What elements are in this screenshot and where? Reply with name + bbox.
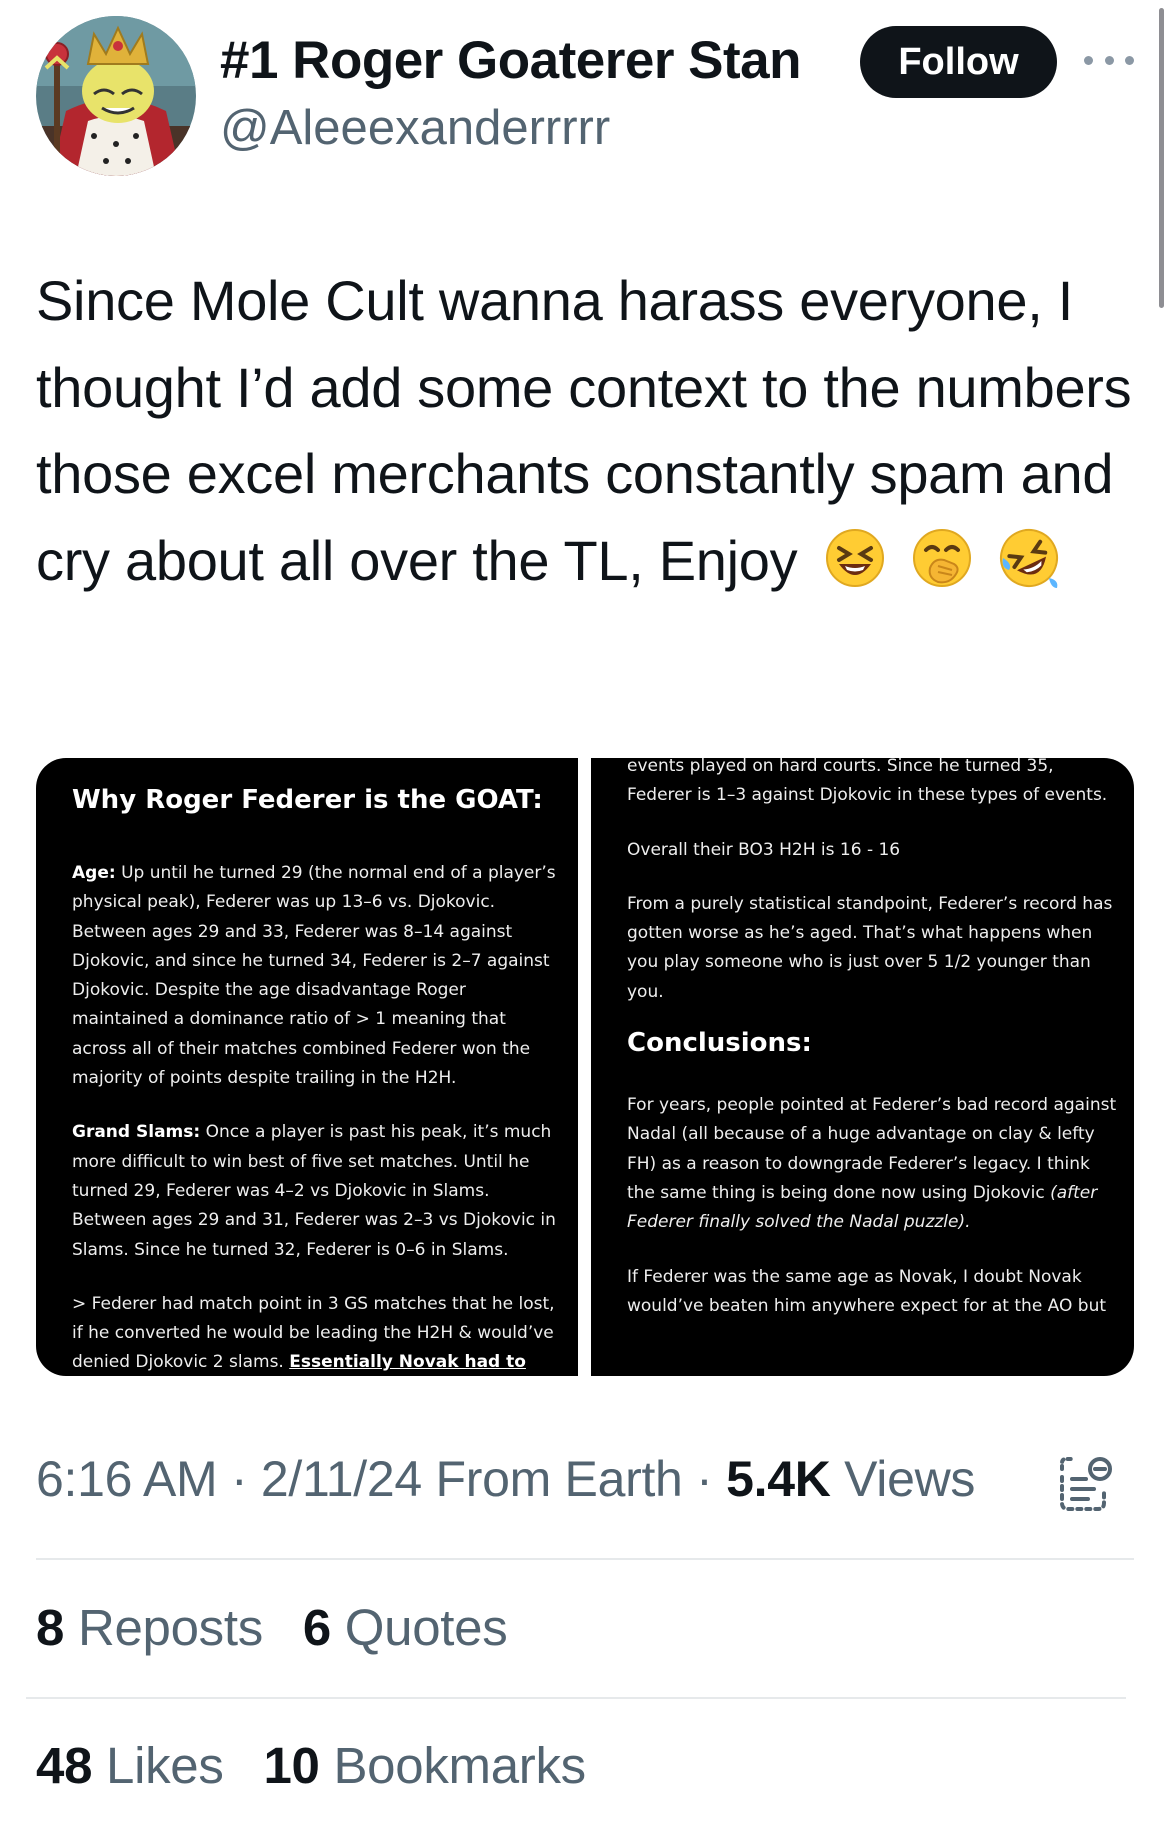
bookmarks-label[interactable]: Bookmarks bbox=[333, 1737, 586, 1794]
spongebob-king-avatar bbox=[36, 16, 196, 176]
divider bbox=[26, 1697, 1126, 1699]
bo3-text: Overall their BO3 H2H is 16 - 16 bbox=[627, 839, 901, 860]
media-image-left[interactable]: Why Roger Federer is the GOAT: Age: Up u… bbox=[36, 758, 578, 1376]
author-handle[interactable]: @Aleeexanderrrrr bbox=[220, 100, 610, 156]
quotes-count[interactable]: 6 bbox=[303, 1599, 331, 1656]
analytics-icon[interactable] bbox=[1058, 1455, 1114, 1513]
media-image-right[interactable]: events played on hard courts. Since he t… bbox=[591, 758, 1134, 1376]
meta-separator: · bbox=[230, 1451, 261, 1507]
image-matchpoint-paragraph: > Federer had match point in 3 GS matche… bbox=[72, 1290, 562, 1376]
likes-label[interactable]: Likes bbox=[106, 1737, 224, 1794]
slams-text: Once a player is past his peak, it’s muc… bbox=[72, 1122, 556, 1260]
tweet-time[interactable]: 6:16 AM bbox=[36, 1451, 218, 1507]
media-gallery[interactable]: Why Roger Federer is the GOAT: Age: Up u… bbox=[36, 758, 1134, 1376]
scrollbar[interactable] bbox=[1159, 8, 1164, 308]
more-dots-icon[interactable] bbox=[1084, 50, 1134, 70]
age-text: Up until he turned 29 (the normal end of… bbox=[72, 863, 556, 1089]
divider bbox=[36, 1558, 1134, 1560]
dot bbox=[1084, 55, 1093, 65]
rolling-laughing-emoji bbox=[1000, 528, 1059, 588]
likes-count[interactable]: 48 bbox=[36, 1737, 92, 1794]
tweet-date[interactable]: 2/11/24 bbox=[261, 1451, 422, 1507]
reposts-count[interactable]: 8 bbox=[36, 1599, 64, 1656]
image-age-paragraph: Age: Up until he turned 29 (the normal e… bbox=[72, 859, 562, 1093]
follow-button[interactable]: Follow bbox=[860, 26, 1057, 98]
final-text: If Federer was the same age as Novak, I … bbox=[627, 1266, 1107, 1316]
laughing-squint-emoji bbox=[825, 528, 884, 587]
conclusions-title: Conclusions: bbox=[627, 1028, 812, 1059]
bookmarks-count[interactable]: 10 bbox=[263, 1737, 319, 1794]
views-label: Views bbox=[844, 1451, 976, 1507]
image-title: Why Roger Federer is the GOAT: bbox=[72, 785, 543, 815]
statistical-text: From a purely statistical standpoint, Fe… bbox=[627, 893, 1113, 1002]
tweet-source: From Earth bbox=[435, 1451, 683, 1507]
tweet-text: Since Mole Cult wanna harass everyone, I… bbox=[36, 258, 1146, 604]
avatar[interactable] bbox=[36, 16, 196, 176]
age-label: Age: bbox=[72, 863, 116, 883]
conclusions-paragraph: For years, people pointed at Federer’s b… bbox=[627, 1091, 1117, 1237]
dot bbox=[1125, 55, 1134, 65]
views-count: 5.4K bbox=[726, 1451, 831, 1507]
meta-separator: · bbox=[696, 1451, 727, 1507]
quotes-label[interactable]: Quotes bbox=[345, 1599, 508, 1656]
dot bbox=[1104, 55, 1114, 65]
tweet-meta: 6:16 AM · 2/11/24 From Earth · 5.4K View… bbox=[36, 1450, 975, 1508]
reposts-label[interactable]: Reposts bbox=[78, 1599, 263, 1656]
slams-label: Grand Slams: bbox=[72, 1122, 201, 1143]
hand-over-mouth-emoji bbox=[912, 528, 971, 587]
likes-bookmarks-stats: 48 Likes 10 Bookmarks bbox=[36, 1736, 586, 1795]
conclusions-text: For years, people pointed at Federer’s b… bbox=[627, 1095, 1117, 1203]
hard-courts-text: events played on hard courts. Since he t… bbox=[627, 758, 1108, 806]
image-slams-paragraph: Grand Slams: Once a player is past his p… bbox=[72, 1118, 562, 1264]
author-display-name[interactable]: #1 Roger Goaterer Stan bbox=[220, 30, 802, 91]
repost-quote-stats: 8 Reposts 6 Quotes bbox=[36, 1598, 508, 1657]
